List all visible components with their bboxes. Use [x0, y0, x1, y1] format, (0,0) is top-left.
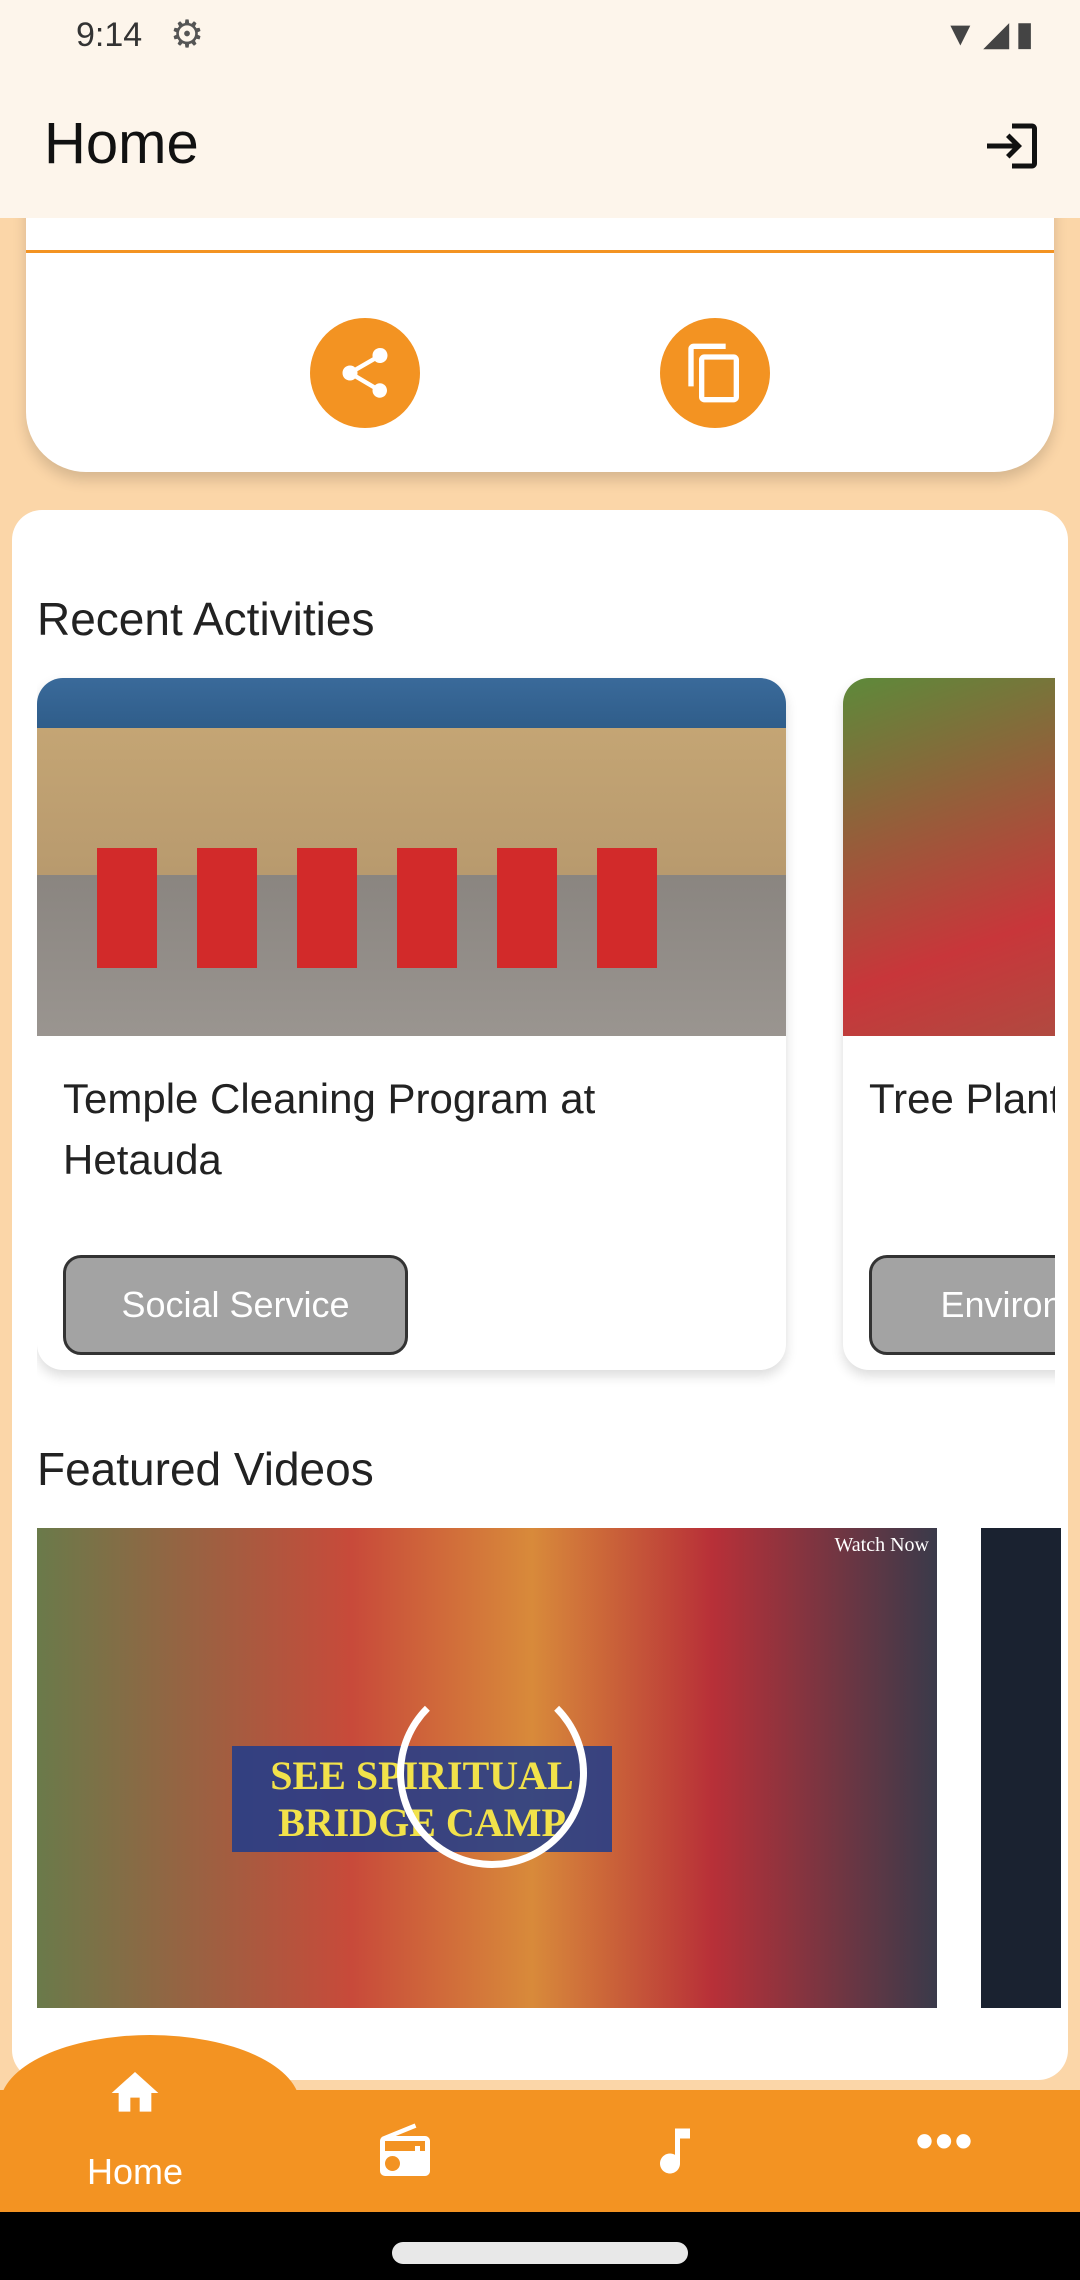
home-gesture-handle[interactable] — [392, 2242, 688, 2264]
nav-home[interactable]: Home — [0, 2054, 270, 2204]
share-icon — [342, 348, 388, 398]
featured-videos-title: Featured Videos — [37, 1443, 374, 1495]
status-bar: 9:14 ⚙ ▼◢▮ — [0, 0, 1080, 80]
bottom-nav: Home ••• — [0, 2072, 1080, 2212]
wifi-icon: ▼ — [943, 15, 984, 53]
content-panel: Recent Activities Temple Cleaning Progra… — [12, 510, 1068, 2080]
system-nav-bar — [0, 2212, 1080, 2280]
nav-radio[interactable] — [270, 2090, 540, 2212]
activity-card[interactable]: Tree Plantation at Jagadguru... Environm… — [843, 678, 1055, 1370]
status-icons: ▼◢▮ — [943, 14, 1040, 54]
copy-icon — [688, 343, 739, 403]
category-chip[interactable]: Social Service — [63, 1255, 408, 1355]
divider — [26, 250, 1054, 253]
activity-image — [843, 678, 1055, 1036]
signal-icon: ◢ — [983, 15, 1016, 53]
nav-more[interactable]: ••• — [810, 2090, 1080, 2212]
radio-icon — [380, 2123, 430, 2176]
home-icon — [111, 2072, 159, 2112]
copy-button[interactable] — [660, 318, 770, 428]
more-icon: ••• — [915, 2113, 975, 2169]
video-thumbnail[interactable] — [981, 1528, 1061, 2008]
category-chip[interactable]: Environment — [869, 1255, 1055, 1355]
page-title: Home — [44, 111, 199, 176]
battery-icon: ▮ — [1015, 15, 1040, 53]
music-note-icon — [660, 2128, 690, 2174]
nav-music[interactable] — [540, 2090, 810, 2212]
activity-title: Tree Plantation at Jagadguru... — [869, 1075, 1055, 1122]
video-thumbnail[interactable]: Watch Now SEE SPIRITUAL BRIDGE CAMP — [37, 1528, 937, 2008]
loading-spinner — [397, 1678, 587, 1868]
status-time: 9:14 — [76, 16, 143, 54]
login-icon[interactable] — [982, 116, 1042, 176]
activities-carousel[interactable]: Temple Cleaning Program at Hetauda Socia… — [37, 510, 1055, 1410]
settings-icon: ⚙ — [170, 14, 205, 56]
app-bar: Home — [0, 80, 1080, 218]
nav-home-label: Home — [86, 2151, 184, 2192]
activity-image — [37, 678, 786, 1036]
watch-now-badge: Watch Now — [834, 1534, 929, 1556]
activity-card[interactable]: Temple Cleaning Program at Hetauda Socia… — [37, 678, 786, 1370]
share-button[interactable] — [310, 318, 420, 428]
activity-title: Temple Cleaning Program at Hetauda — [63, 1075, 596, 1183]
